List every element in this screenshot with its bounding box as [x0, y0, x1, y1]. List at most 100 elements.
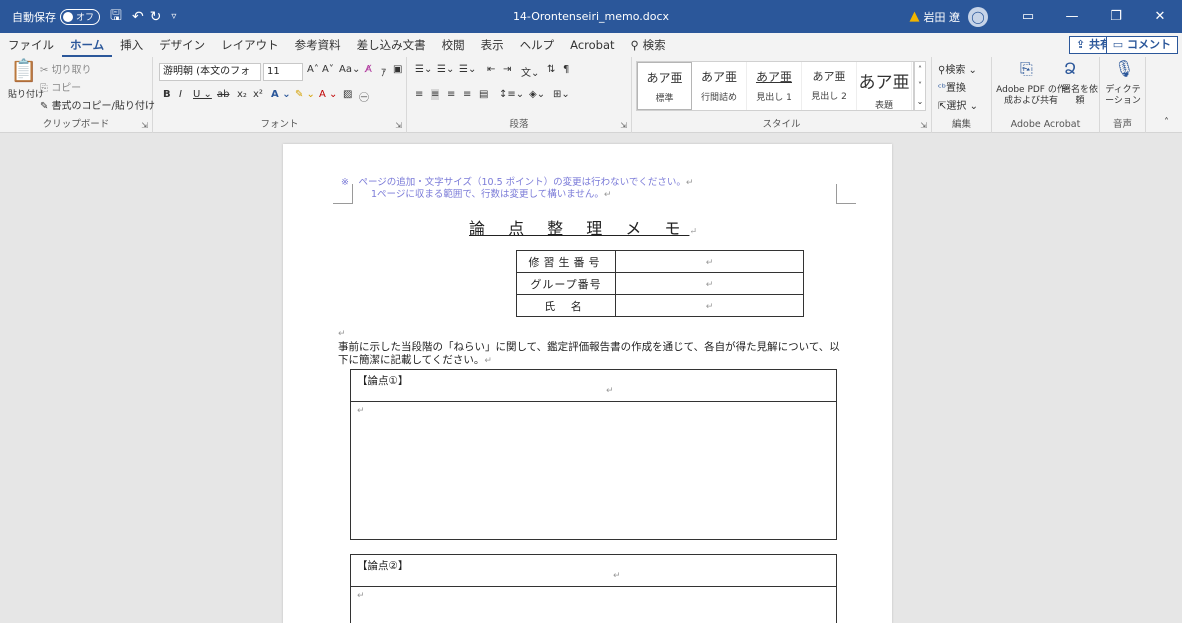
document-canvas[interactable]: ※ ページの追加・文字サイズ（10.5 ポイント）の変更は行わないでください。↵…	[0, 134, 1182, 623]
styles-scroll-icon[interactable]: ˄ ˅ ⌄	[914, 61, 926, 111]
sort-icon[interactable]: ⇅	[547, 64, 555, 75]
style-heading-1[interactable]: あア亜 見出し 1	[747, 62, 802, 110]
align-left-icon[interactable]: ≡	[415, 89, 423, 100]
change-case-icon[interactable]: Aa⌄	[339, 64, 360, 75]
style-heading-2[interactable]: あア亜 見出し 2	[802, 62, 857, 110]
tell-me-search[interactable]: ⚲ 検索	[631, 37, 666, 53]
line-spacing-icon[interactable]: ↕≡⌄	[499, 89, 524, 100]
dialog-launcher-icon[interactable]: ⇲	[620, 121, 627, 130]
italic-icon[interactable]: I	[179, 89, 182, 100]
tab-review[interactable]: 校閲	[434, 33, 473, 57]
distributed-icon[interactable]: ▤	[479, 89, 488, 100]
instruction-text: 事前に示した当段階の「ねらい」に関して、鑑定評価報告書の作成を通じて、各自が得た…	[338, 341, 840, 366]
pdf-create-icon[interactable]: ⎘	[1020, 59, 1033, 79]
point-1-box[interactable]: 【論点①】 ↵ ↵	[350, 369, 837, 540]
document-page[interactable]: ※ ページの追加・文字サイズ（10.5 ポイント）の変更は行わないでください。↵…	[283, 144, 892, 623]
character-border-icon[interactable]: ▣	[393, 64, 402, 75]
subscript-icon[interactable]: x₂	[237, 89, 247, 100]
name-field[interactable]: ↵	[615, 294, 804, 317]
replace-button[interactable]: ᶜᵇ置換	[938, 79, 966, 94]
return-mark: ↵	[705, 258, 714, 268]
collapse-ribbon-icon[interactable]: ˄	[1164, 117, 1169, 128]
signature-icon[interactable]: Ձ	[1064, 59, 1076, 78]
style-name: 表題	[874, 101, 893, 111]
character-shading-icon[interactable]: ▨	[343, 89, 352, 100]
dictate-button[interactable]: ディクテーション	[1102, 85, 1144, 107]
scissors-icon: ✂	[40, 65, 52, 76]
user-name[interactable]: 岩田 遼	[924, 9, 961, 25]
justify-icon[interactable]: ≡	[463, 89, 471, 100]
tab-insert[interactable]: 挿入	[112, 33, 151, 57]
cut-button[interactable]: ✂ 切り取り	[40, 61, 92, 76]
warning-icon[interactable]: ▲	[910, 9, 920, 24]
clear-formatting-icon[interactable]: A̸	[365, 64, 372, 75]
paste-button[interactable]: 貼り付け	[8, 87, 44, 100]
dialog-launcher-icon[interactable]: ⇲	[395, 121, 402, 130]
point-2-box[interactable]: 【論点②】 ↵ ↵	[350, 554, 837, 623]
request-signature-button[interactable]: 署名を依頼	[1062, 85, 1098, 107]
comments-button[interactable]: ▭ コメント	[1105, 36, 1178, 54]
font-color-icon[interactable]: A ⌄	[319, 89, 337, 100]
font-name-combo[interactable]: 游明朝 (本文のフォ	[159, 63, 261, 81]
style-normal[interactable]: あア亜 標準	[637, 62, 692, 110]
font-size-combo[interactable]: 11	[263, 63, 303, 81]
borders-icon[interactable]: ⊞⌄	[553, 89, 570, 100]
ribbon: 📋 貼り付け ✂ 切り取り ⎘ コピー ✎ 書式のコピー/貼り付け クリップボー…	[0, 57, 1182, 133]
avatar[interactable]: ◯	[968, 6, 988, 27]
decrease-indent-icon[interactable]: ⇤	[487, 64, 495, 75]
info-table: 修習生番号 ↵ グループ番号 ↵ 氏 名 ↵	[516, 250, 804, 317]
tab-design[interactable]: デザイン	[151, 33, 213, 57]
restore-button[interactable]: ❐	[1094, 9, 1138, 24]
style-title[interactable]: あア亜 表題	[857, 62, 912, 111]
tab-home[interactable]: ホーム	[62, 33, 113, 57]
find-button[interactable]: ⚲検索 ⌄	[938, 61, 977, 76]
copy-button[interactable]: ⎘ コピー	[40, 79, 81, 94]
align-right-icon[interactable]: ≡	[447, 89, 455, 100]
style-no-spacing[interactable]: あア亜 行間詰め	[692, 62, 747, 110]
align-center-icon[interactable]: ≡	[431, 89, 440, 100]
autosave-control[interactable]: 自動保存 オフ	[12, 8, 101, 25]
show-formatting-marks-icon[interactable]: ¶	[563, 64, 569, 75]
strikethrough-icon[interactable]: ab	[217, 89, 229, 100]
enclose-characters-icon[interactable]: ㊀	[359, 89, 369, 104]
text-effects-icon[interactable]: A ⌄	[271, 89, 291, 100]
multilevel-list-icon[interactable]: ☰⌄	[459, 64, 476, 75]
dialog-launcher-icon[interactable]: ⇲	[141, 121, 148, 130]
shading-icon[interactable]: ◈⌄	[529, 89, 545, 100]
underline-icon[interactable]: U ⌄	[193, 89, 212, 100]
ribbon-display-options-icon[interactable]: ▭	[1006, 9, 1050, 24]
minimize-button[interactable]: —	[1050, 9, 1094, 24]
bullets-icon[interactable]: ☰⌄	[415, 64, 432, 75]
highlight-color-icon[interactable]: ✎ ⌄	[295, 89, 315, 100]
redo-icon[interactable]: ↻	[150, 9, 162, 25]
select-button[interactable]: ⇱選択 ⌄	[938, 97, 978, 112]
superscript-icon[interactable]: x²	[253, 89, 263, 100]
customize-quick-access-icon[interactable]: ▿	[171, 11, 176, 22]
increase-indent-icon[interactable]: ⇥	[503, 64, 511, 75]
trainee-number-field[interactable]: ↵	[615, 250, 804, 273]
tab-layout[interactable]: レイアウト	[213, 33, 287, 57]
tab-view[interactable]: 表示	[473, 33, 512, 57]
phonetic-guide-icon[interactable]: ｱ	[381, 64, 386, 79]
tab-references[interactable]: 参考資料	[287, 33, 349, 57]
undo-icon[interactable]: ↶	[132, 9, 144, 25]
close-button[interactable]: ✕	[1138, 9, 1182, 24]
save-icon[interactable]: 🖫	[110, 5, 122, 29]
tab-help[interactable]: ヘルプ	[512, 33, 563, 57]
numbering-icon[interactable]: ☰⌄	[437, 64, 454, 75]
dialog-launcher-icon[interactable]: ⇲	[920, 121, 927, 130]
tab-mailings[interactable]: 差し込み文書	[349, 33, 434, 57]
bold-icon[interactable]: B	[163, 89, 171, 100]
grow-shrink-font-icon[interactable]: A˄ A˅	[307, 64, 334, 75]
east-asian-layout-icon[interactable]: 文⌄	[521, 64, 539, 79]
tab-file[interactable]: ファイル	[0, 33, 62, 57]
create-share-pdf-button[interactable]: Adobe PDF の作成および共有	[996, 85, 1066, 107]
group-number-field[interactable]: ↵	[615, 272, 804, 295]
format-painter-button[interactable]: ✎ 書式のコピー/貼り付け	[40, 97, 155, 112]
microphone-icon[interactable]: 🎙	[1114, 59, 1134, 78]
tab-acrobat[interactable]: Acrobat	[562, 33, 622, 57]
table-row: グループ番号 ↵	[516, 272, 804, 295]
autosave-toggle[interactable]: オフ	[60, 8, 101, 25]
paste-icon[interactable]: 📋	[10, 59, 37, 84]
brush-icon: ✎	[40, 101, 52, 112]
